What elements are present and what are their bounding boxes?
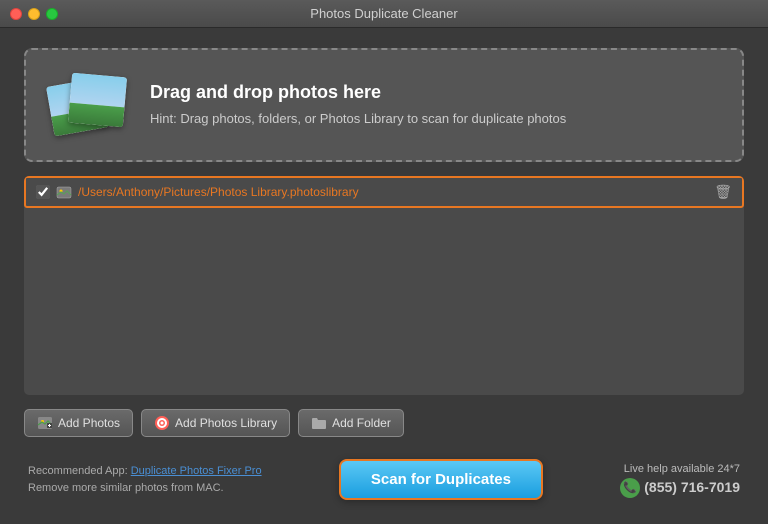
bottom-section: Recommended App: Duplicate Photos Fixer …	[24, 451, 744, 504]
file-delete-button[interactable]: 🗑	[714, 184, 732, 201]
recommended-label: Recommended App:	[28, 465, 128, 477]
phone-number: 📞 (855) 716-7019	[620, 477, 740, 498]
add-folder-button[interactable]: Add Folder	[298, 409, 404, 437]
live-help-label: Live help available 24*7	[620, 461, 740, 478]
recommended-app: Recommended App: Duplicate Photos Fixer …	[28, 463, 262, 496]
drop-zone[interactable]: Drag and drop photos here Hint: Drag pho…	[24, 48, 744, 162]
add-photos-label: Add Photos	[58, 416, 120, 430]
file-item: /Users/Anthony/Pictures/Photos Library.p…	[24, 176, 744, 208]
recommended-app-link[interactable]: Duplicate Photos Fixer Pro	[131, 465, 262, 477]
title-bar: Photos Duplicate Cleaner	[0, 0, 768, 28]
photo-card-front	[68, 73, 127, 128]
maximize-button[interactable]	[46, 8, 58, 20]
add-photos-icon	[37, 415, 53, 431]
file-list-area: /Users/Anthony/Pictures/Photos Library.p…	[24, 176, 744, 395]
phone-number-text: (855) 716-7019	[644, 477, 740, 498]
file-checkbox[interactable]	[36, 185, 50, 199]
add-photos-library-label: Add Photos Library	[175, 416, 277, 430]
phone-icon: 📞	[620, 478, 640, 498]
add-photos-button[interactable]: Add Photos	[24, 409, 133, 437]
main-content: Drag and drop photos here Hint: Drag pho…	[0, 28, 768, 524]
photos-icon-stack	[50, 70, 130, 140]
add-folder-label: Add Folder	[332, 416, 391, 430]
scan-for-duplicates-button[interactable]: Scan for Duplicates	[339, 459, 543, 500]
live-help: Live help available 24*7 📞 (855) 716-701…	[620, 461, 740, 499]
window-title: Photos Duplicate Cleaner	[310, 6, 457, 21]
file-path: /Users/Anthony/Pictures/Photos Library.p…	[78, 185, 359, 199]
add-folder-icon	[311, 415, 327, 431]
add-photos-library-icon	[154, 415, 170, 431]
traffic-lights	[10, 8, 58, 20]
close-button[interactable]	[10, 8, 22, 20]
drop-hint: Hint: Drag photos, folders, or Photos Li…	[150, 109, 566, 129]
recommended-desc: Remove more similar photos from MAC.	[28, 480, 262, 497]
photos-library-icon	[56, 184, 72, 200]
add-photos-library-button[interactable]: Add Photos Library	[141, 409, 290, 437]
drop-heading: Drag and drop photos here	[150, 82, 566, 103]
drop-text: Drag and drop photos here Hint: Drag pho…	[150, 82, 566, 129]
bottom-toolbar: Add Photos Add Photos Library Add Folder	[24, 409, 744, 437]
minimize-button[interactable]	[28, 8, 40, 20]
